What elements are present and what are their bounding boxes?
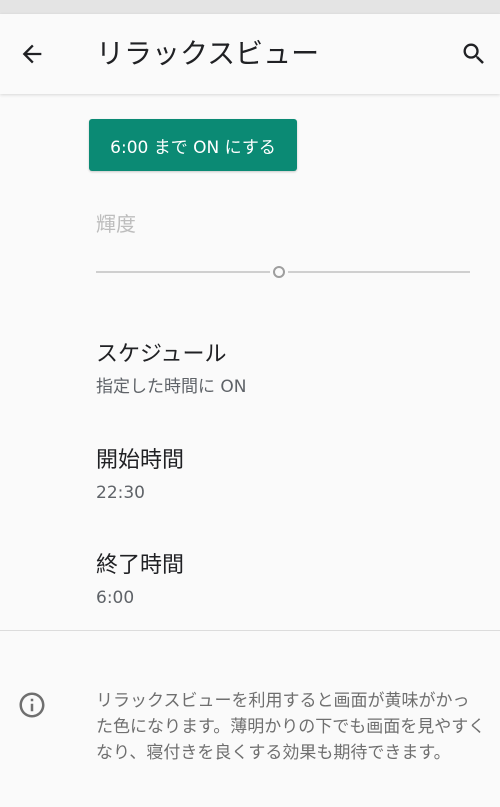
slider-thumb[interactable] [273,266,286,278]
brightness-slider[interactable] [96,262,470,282]
app-bar: リラックスビュー [0,14,500,94]
back-button[interactable] [10,32,54,76]
end-time-setting[interactable]: 終了時間 6:00 [0,551,500,647]
turn-on-until-button[interactable]: 6:00 まで ON にする [89,119,297,171]
divider [0,630,500,631]
start-time-value: 22:30 [96,483,145,503]
info-icon [19,692,45,718]
end-time-title: 終了時間 [96,553,185,578]
status-bar [0,0,500,14]
end-time-value: 6:00 [96,588,135,608]
page-title: リラックスビュー [96,37,320,70]
start-time-title: 開始時間 [96,448,185,473]
search-icon [463,43,484,64]
start-time-setting[interactable]: 開始時間 22:30 [0,446,500,542]
arrow-back-icon [22,44,42,64]
slider-track-left [96,271,271,273]
schedule-setting[interactable]: スケジュール 指定した時間に ON [0,340,500,436]
slider-track-right [288,271,470,273]
schedule-title: スケジュール [96,342,227,367]
search-button[interactable] [452,32,496,76]
info-description: リラックスビューを利用すると画面が黄味がかった色になります。薄明かりの下でも画面… [96,691,486,763]
brightness-label: 輝度 [96,212,136,236]
schedule-summary: 指定した時間に ON [96,377,247,397]
